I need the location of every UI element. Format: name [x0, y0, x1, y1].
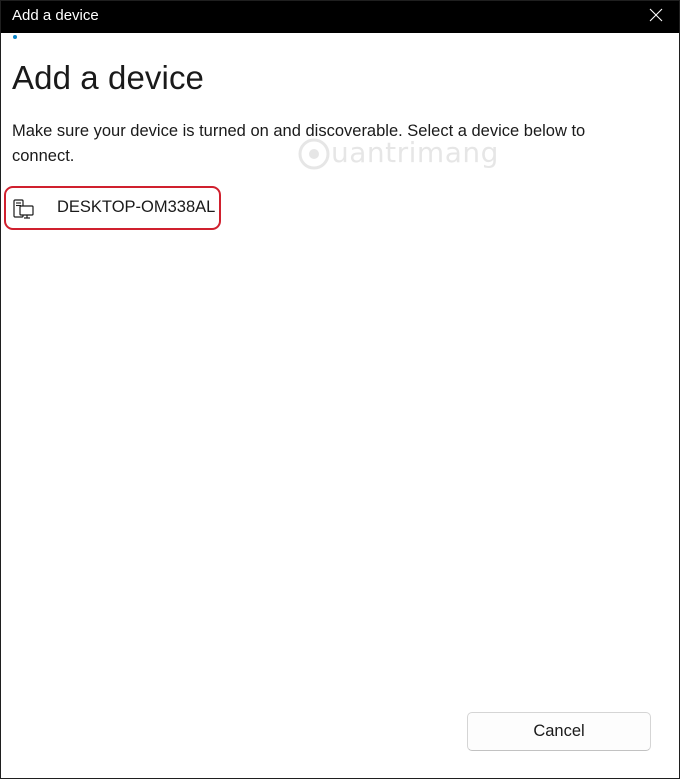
title-bar: Add a device [1, 1, 679, 33]
device-name: DESKTOP-OM338AL [57, 198, 216, 216]
progress-indicator [13, 35, 17, 39]
close-button[interactable] [633, 1, 679, 33]
desktop-device-icon [13, 199, 34, 219]
watermark-logo-icon [298, 138, 330, 170]
watermark-logo: uantrimang [297, 134, 515, 174]
cancel-button[interactable]: Cancel [467, 712, 651, 751]
window-title: Add a device [12, 7, 99, 24]
watermark-text: uantrimang [331, 136, 499, 169]
page-title: Add a device [12, 59, 204, 96]
device-item-desktop[interactable]: DESKTOP-OM338AL [4, 186, 221, 230]
add-device-window: Add a device Add a device Make sure your… [0, 0, 680, 779]
close-icon [649, 8, 663, 22]
